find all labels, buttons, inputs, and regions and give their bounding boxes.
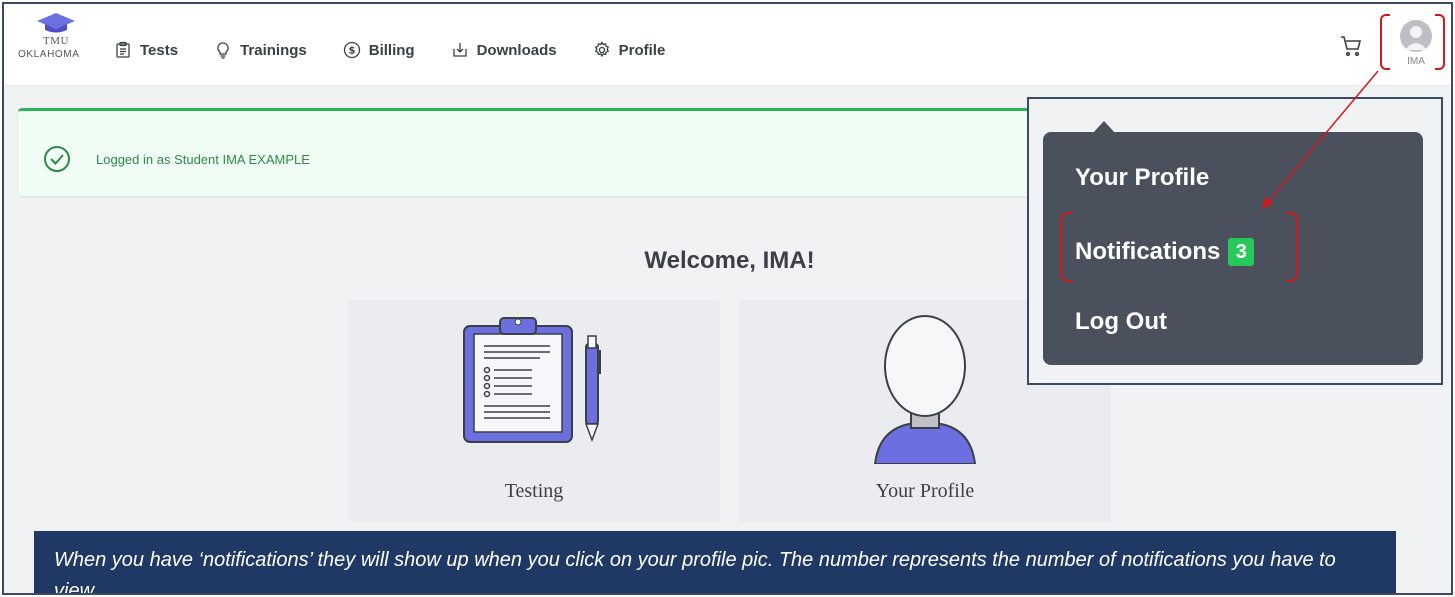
avatar-label: IMA bbox=[1407, 56, 1425, 67]
graduation-cap-icon bbox=[37, 13, 75, 33]
nav-item-label: Billing bbox=[368, 41, 415, 59]
instruction-caption: When you have ‘notifications’ they will … bbox=[34, 531, 1396, 595]
annotation-bracket-left bbox=[1380, 14, 1390, 70]
annotation-bracket-right bbox=[1435, 14, 1445, 70]
logo-state: OKLAHOMA bbox=[18, 49, 80, 60]
clipboard-icon bbox=[116, 41, 130, 58]
user-dropdown-menu: Your Profile Notifications 3 Log Out bbox=[1043, 121, 1423, 365]
nav-item-trainings[interactable]: Trainings bbox=[214, 41, 307, 59]
cart-icon[interactable] bbox=[1339, 34, 1363, 58]
caption-text: When you have ‘notifications’ they will … bbox=[54, 549, 1336, 595]
nav-item-label: Tests bbox=[140, 41, 179, 59]
avatar bbox=[1400, 20, 1432, 52]
nav-item-tests[interactable]: Tests bbox=[114, 41, 178, 59]
check-circle-icon bbox=[44, 146, 70, 172]
nav-item-label: Downloads bbox=[476, 41, 557, 59]
logo[interactable]: TMU OKLAHOMA bbox=[16, 12, 96, 60]
nav-item-label: Trainings bbox=[240, 41, 307, 59]
menu-item-log-out[interactable]: Log Out bbox=[1075, 308, 1167, 336]
user-avatar-button[interactable]: IMA bbox=[1394, 20, 1438, 76]
menu-item-notifications[interactable]: Notifications 3 bbox=[1075, 238, 1255, 266]
logo-name: TMU bbox=[43, 35, 69, 47]
notification-count-badge: 3 bbox=[1228, 238, 1255, 266]
alert-text: Logged in as Student IMA EXAMPLE bbox=[96, 152, 310, 167]
person-icon bbox=[1405, 26, 1427, 50]
nav-item-label: Profile bbox=[618, 41, 666, 59]
clipboard-illustration-icon bbox=[463, 317, 601, 443]
lightbulb-icon bbox=[217, 42, 229, 59]
annotation-bracket-left bbox=[1060, 212, 1072, 282]
dropdown-pointer bbox=[1093, 121, 1115, 133]
download-icon bbox=[452, 43, 467, 57]
annotation-bracket-right bbox=[1286, 212, 1298, 282]
nav-item-profile[interactable]: Profile bbox=[593, 41, 666, 59]
nav-item-billing[interactable]: $ Billing bbox=[343, 41, 415, 59]
svg-text:$: $ bbox=[348, 46, 355, 57]
nav-menu: Tests Trainings $ Billing Downloads Prof… bbox=[114, 41, 701, 59]
card-label: Testing bbox=[504, 480, 564, 502]
top-navigation: TMU OKLAHOMA Tests Trainings $ Billing D… bbox=[4, 4, 1451, 86]
dollar-circle-icon: $ bbox=[343, 41, 360, 59]
dropdown-callout: Your Profile Notifications 3 Log Out bbox=[1027, 97, 1443, 385]
gear-icon bbox=[594, 41, 609, 58]
nav-item-downloads[interactable]: Downloads bbox=[451, 41, 557, 59]
testing-card[interactable]: Testing bbox=[348, 300, 720, 522]
person-illustration-icon bbox=[873, 315, 977, 464]
menu-item-your-profile[interactable]: Your Profile bbox=[1075, 164, 1209, 192]
notifications-label: Notifications bbox=[1075, 238, 1221, 265]
card-label: Your Profile bbox=[875, 480, 975, 502]
